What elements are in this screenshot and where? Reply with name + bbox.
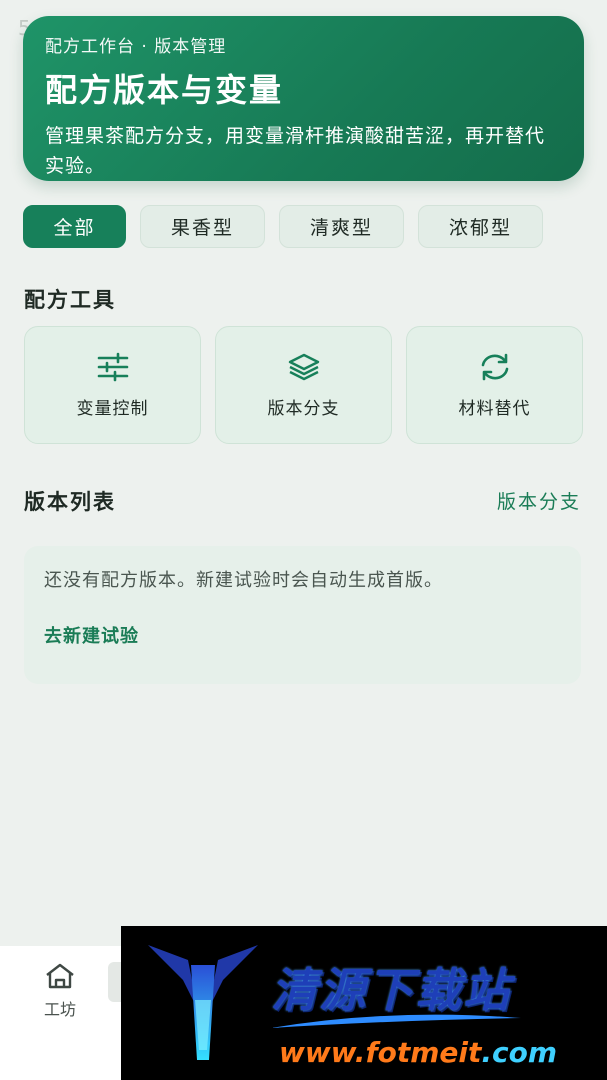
watermark-logo: [148, 945, 258, 1060]
tool-label: 版本分支: [267, 398, 340, 419]
filter-chip-all[interactable]: 全部: [23, 205, 126, 248]
home-icon: [46, 963, 74, 989]
tab-label: 工坊: [43, 1000, 76, 1019]
tool-version-branch[interactable]: 版本分支: [215, 326, 392, 444]
version-branch-link[interactable]: 版本分支: [497, 487, 581, 514]
tool-material-substitute[interactable]: 材料替代: [406, 326, 583, 444]
watermark-url-prefix: www.fotmeit: [279, 1036, 482, 1069]
layers-icon: [288, 353, 319, 380]
tool-label: 材料替代: [458, 398, 531, 419]
empty-state-card: 还没有配方版本。新建试验时会自动生成首版。 去新建试验: [24, 546, 581, 684]
header-banner: 配方工作台 · 版本管理 配方版本与变量 管理果茶配方分支，用变量滑杆推演酸甜苦…: [23, 16, 584, 181]
page-description: 管理果茶配方分支，用变量滑杆推演酸甜苦涩，再开替代实验。: [45, 125, 546, 177]
versions-section-title: 版本列表: [24, 490, 116, 514]
tools-grid: 变量控制 版本分支 材料替代: [24, 326, 583, 444]
filter-chips: 全部 果香型 清爽型 浓郁型: [23, 205, 543, 248]
create-experiment-link[interactable]: 去新建试验: [44, 622, 561, 648]
watermark-overlay: 清源下载站 www.fotmeit.com: [121, 926, 607, 1080]
tools-section-title: 配方工具: [24, 288, 116, 312]
breadcrumb: 配方工作台 · 版本管理: [45, 37, 227, 57]
watermark-url: www.fotmeit.com: [279, 1036, 557, 1069]
filter-chip-refreshing[interactable]: 清爽型: [279, 205, 404, 248]
watermark-url-suffix: .com: [481, 1036, 558, 1069]
tab-workshop[interactable]: 工坊: [30, 962, 90, 1020]
sliders-icon: [97, 352, 128, 381]
filter-chip-fruity[interactable]: 果香型: [140, 205, 265, 248]
tool-variable-control[interactable]: 变量控制: [24, 326, 201, 444]
empty-state-message: 还没有配方版本。新建试验时会自动生成首版。: [44, 570, 443, 591]
page-title: 配方版本与变量: [45, 71, 284, 109]
tool-label: 变量控制: [76, 398, 149, 419]
refresh-icon: [481, 353, 508, 380]
filter-chip-rich[interactable]: 浓郁型: [418, 205, 543, 248]
watermark-title: 清源下载站: [271, 963, 511, 1017]
watermark-swoosh: [271, 1014, 521, 1028]
